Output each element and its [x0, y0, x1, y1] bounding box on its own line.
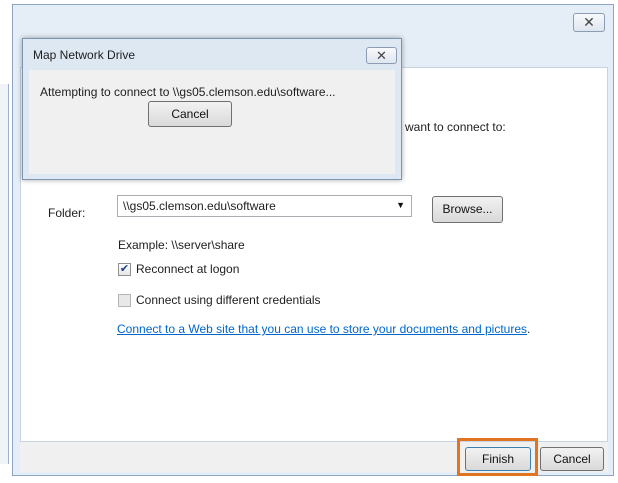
chevron-down-icon[interactable]: ▼ — [396, 200, 405, 210]
progress-dialog-title: Map Network Drive — [33, 48, 136, 62]
checkmark-icon: ✔ — [119, 262, 130, 275]
example-text: Example: \\server\share — [118, 238, 245, 252]
browse-button[interactable]: Browse... — [432, 196, 503, 223]
close-icon: ✕ — [583, 14, 595, 30]
credentials-label: Connect using different credentials — [136, 293, 321, 307]
web-link-period: . — [527, 322, 531, 336]
credentials-checkbox[interactable] — [118, 293, 131, 307]
reconnect-label: Reconnect at logon — [136, 262, 240, 276]
background-window — [0, 84, 9, 464]
different-credentials-option[interactable]: Connect using different credentials — [118, 293, 321, 307]
connect-prompt-text: want to connect to: — [405, 120, 506, 134]
folder-label: Folder: — [48, 206, 86, 220]
reconnect-at-logon-option[interactable]: ✔ Reconnect at logon — [118, 262, 239, 276]
folder-combobox[interactable]: \\gs05.clemson.edu\software ▼ — [117, 195, 412, 217]
progress-cancel-button[interactable]: Cancel — [148, 101, 232, 127]
connecting-message: Attempting to connect to \\gs05.clemson.… — [40, 85, 336, 99]
finish-button[interactable]: Finish — [465, 447, 531, 471]
close-icon: ✕ — [376, 48, 387, 63]
reconnect-checkbox[interactable]: ✔ — [118, 262, 131, 276]
progress-close-button[interactable]: ✕ — [366, 47, 397, 64]
web-site-link[interactable]: Connect to a Web site that you can use t… — [117, 322, 527, 336]
cancel-button[interactable]: Cancel — [540, 447, 604, 471]
folder-value: \\gs05.clemson.edu\software — [123, 199, 276, 213]
web-site-link-row: Connect to a Web site that you can use t… — [117, 322, 530, 336]
dialog-close-button[interactable]: ✕ — [573, 13, 605, 32]
